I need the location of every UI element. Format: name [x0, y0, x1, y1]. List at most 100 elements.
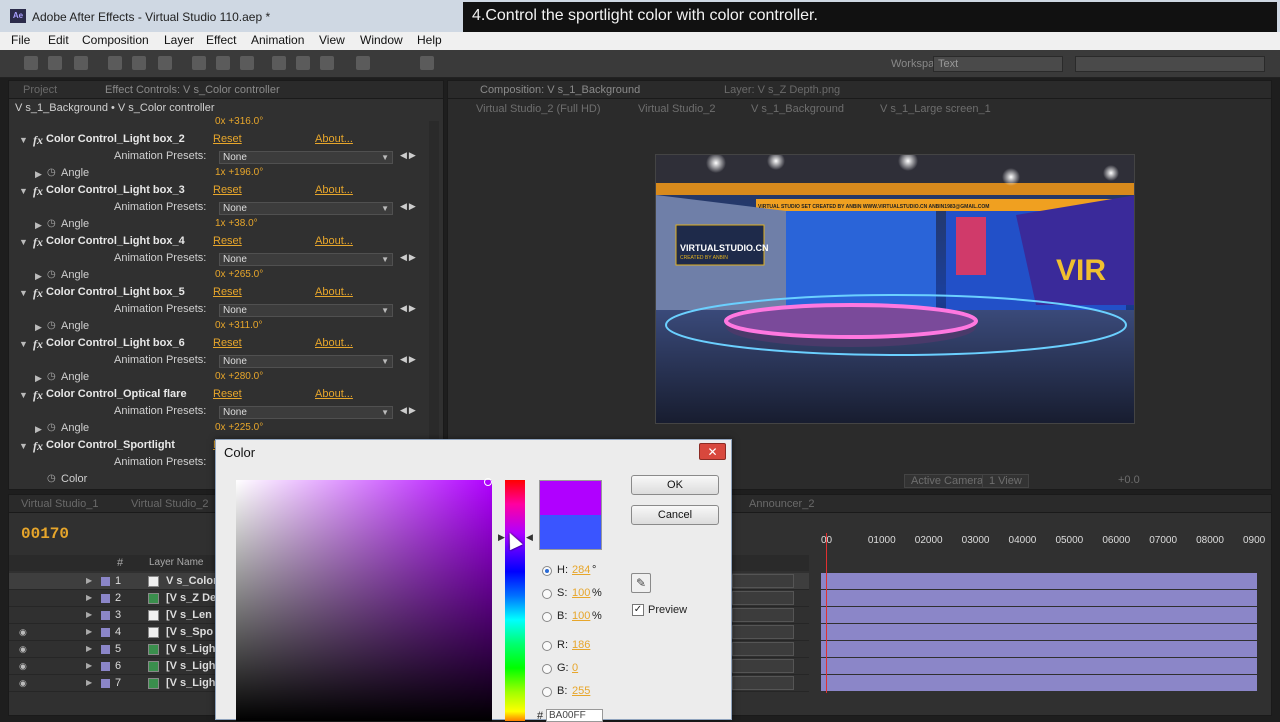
puppet-tool-icon[interactable] [356, 56, 370, 70]
exposure-value[interactable]: +0.0 [1118, 474, 1140, 486]
layer-duration-bar[interactable] [821, 573, 1257, 589]
dropdown-arrow-icon[interactable]: ▼ [381, 152, 389, 163]
reset-link[interactable]: Reset [213, 235, 242, 247]
zoom-tool-icon[interactable] [74, 56, 88, 70]
fx-toggle-icon[interactable]: fx [33, 388, 43, 403]
tab-composition[interactable]: Composition: V s_1_Background [480, 84, 640, 96]
tab-timeline[interactable]: Announcer_2 [749, 498, 814, 510]
menu-layer[interactable]: Layer [164, 33, 194, 47]
color-field-value[interactable]: 284 [572, 564, 590, 576]
menu-composition[interactable]: Composition [82, 33, 149, 47]
color-field-value[interactable]: 186 [572, 639, 590, 651]
hue-slider[interactable] [505, 480, 525, 721]
color-mode-radio[interactable] [542, 664, 552, 674]
animation-presets-dropdown[interactable]: None ▼ [219, 253, 393, 266]
fx-toggle-icon[interactable]: fx [33, 337, 43, 352]
selection-tool-icon[interactable] [24, 56, 38, 70]
animation-presets-dropdown[interactable]: None ▼ [219, 355, 393, 368]
tab-effect-controls[interactable]: Effect Controls: V s_Color controller [105, 84, 280, 96]
reset-link[interactable]: Reset [213, 388, 242, 400]
workspace-dropdown[interactable]: Text [933, 56, 1063, 72]
eyedropper-icon[interactable]: ✎ [631, 573, 651, 593]
expand-triangle-icon[interactable]: ▶ [86, 627, 92, 636]
layer-duration-bar[interactable] [821, 675, 1257, 691]
rotate-tool-icon[interactable] [108, 56, 122, 70]
layer-label-color[interactable] [101, 577, 110, 586]
stopwatch-icon[interactable]: ◷ [47, 371, 56, 382]
clone-stamp-tool-icon[interactable] [296, 56, 310, 70]
fx-toggle-icon[interactable]: fx [33, 184, 43, 199]
playhead[interactable] [826, 533, 827, 693]
color-mode-radio[interactable] [542, 687, 552, 697]
expand-triangle-icon[interactable]: ▶ [86, 576, 92, 585]
color-field-marker[interactable] [484, 478, 492, 486]
dropdown-arrow-icon[interactable]: ▼ [381, 254, 389, 265]
layer-name[interactable]: V s_Color [166, 575, 217, 587]
about-link[interactable]: About... [315, 388, 353, 400]
panel-scrollbar[interactable] [429, 121, 439, 485]
layer-label-color[interactable] [101, 594, 110, 603]
search-help-input[interactable] [1075, 56, 1265, 72]
collapse-triangle-icon[interactable]: ▼ [19, 441, 28, 451]
expand-triangle-icon[interactable]: ▶ [35, 424, 42, 435]
angle-value[interactable]: 0x +225.0° [215, 422, 263, 433]
close-button[interactable]: ✕ [699, 443, 726, 460]
color-mode-radio[interactable] [542, 612, 552, 622]
column-layer-name[interactable]: Layer Name [149, 557, 203, 568]
collapse-triangle-icon[interactable]: ▼ [19, 339, 28, 349]
mask-tool-icon[interactable] [192, 56, 206, 70]
preset-nav-arrows-icon[interactable]: ◀▶ [400, 252, 418, 263]
about-link[interactable]: About... [315, 337, 353, 349]
menu-help[interactable]: Help [417, 33, 442, 47]
angle-value[interactable]: 0x +280.0° [215, 371, 263, 382]
animation-presets-dropdown[interactable]: None ▼ [219, 151, 393, 164]
menu-file[interactable]: File [11, 33, 30, 47]
about-link[interactable]: About... [315, 286, 353, 298]
layer-name[interactable]: [V s_Z De [166, 592, 216, 604]
active-camera-dropdown[interactable]: Active Camera [904, 474, 991, 488]
collapse-triangle-icon[interactable]: ▼ [19, 237, 28, 247]
breadcrumb-item[interactable]: V s_1_Large screen_1 [880, 103, 991, 115]
stopwatch-icon[interactable]: ◷ [47, 167, 56, 178]
stopwatch-icon[interactable]: ◷ [47, 269, 56, 280]
menu-view[interactable]: View [319, 33, 345, 47]
effect-header-row[interactable]: ▼ fx Color Control_Light box_3 Reset About..… [9, 183, 433, 200]
about-link[interactable]: About... [315, 235, 353, 247]
effect-header-row[interactable]: ▼ fx Color Control_Light box_2 Reset About..… [9, 132, 433, 149]
dropdown-arrow-icon[interactable]: ▼ [381, 356, 389, 367]
preview-checkbox[interactable]: ✓ [632, 604, 644, 616]
breadcrumb-item[interactable]: V s_1_Background [751, 103, 844, 115]
layer-name[interactable]: [V s_Ligh [166, 660, 216, 672]
dropdown-arrow-icon[interactable]: ▼ [381, 407, 389, 418]
fx-toggle-icon[interactable]: fx [33, 235, 43, 250]
animation-presets-dropdown[interactable]: None ▼ [219, 406, 393, 419]
expand-triangle-icon[interactable]: ▶ [35, 220, 42, 231]
angle-value[interactable]: 0x +316.0° [215, 116, 263, 127]
angle-value[interactable]: 1x +38.0° [215, 218, 258, 229]
animation-presets-dropdown[interactable]: None ▼ [219, 304, 393, 317]
effect-header-row[interactable]: ▼ fx Color Control_Optical flare Reset About… [9, 387, 433, 404]
expand-triangle-icon[interactable]: ▶ [86, 593, 92, 602]
angle-value[interactable]: 0x +311.0° [215, 320, 262, 331]
blend-mode-dropdown[interactable] [732, 591, 794, 605]
breadcrumb-item[interactable]: Virtual Studio_2 (Full HD) [476, 103, 601, 115]
preset-nav-arrows-icon[interactable]: ◀▶ [400, 150, 418, 161]
hand-tool-icon[interactable] [48, 56, 62, 70]
layer-duration-bar[interactable] [821, 624, 1257, 640]
expand-triangle-icon[interactable]: ▶ [35, 373, 42, 384]
expand-triangle-icon[interactable]: ▶ [35, 322, 42, 333]
ok-button[interactable]: OK [631, 475, 719, 495]
color-field-value[interactable]: 255 [572, 685, 590, 697]
breadcrumb-item[interactable]: Virtual Studio_2 [638, 103, 715, 115]
color-field-value[interactable]: 100 [572, 587, 590, 599]
pen-tool-icon[interactable] [216, 56, 230, 70]
hue-slider-right-arrow-icon[interactable]: ◀ [526, 532, 533, 543]
blend-mode-dropdown[interactable] [732, 574, 794, 588]
layer-duration-bar[interactable] [821, 607, 1257, 623]
layer-duration-bar[interactable] [821, 590, 1257, 606]
blend-mode-dropdown[interactable] [732, 608, 794, 622]
about-link[interactable]: About... [315, 133, 353, 145]
tab-timeline[interactable]: Virtual Studio_1 [21, 498, 98, 510]
composition-viewer[interactable]: VIRTUALSTUDIO.CN CREATED BY ANBIN VIRTUA… [655, 154, 1135, 424]
expand-triangle-icon[interactable]: ▶ [35, 271, 42, 282]
